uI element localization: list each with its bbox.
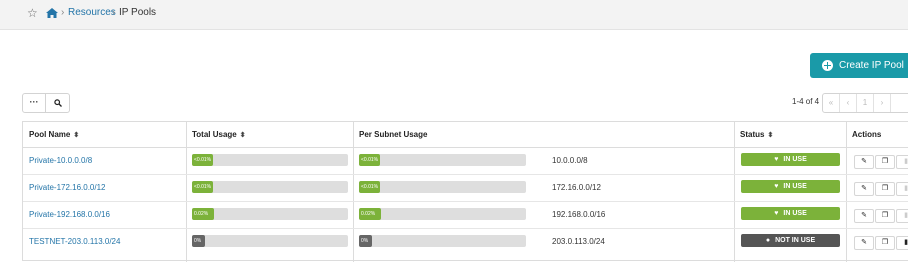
total-usage-value: <0.01%	[192, 154, 213, 166]
search-button[interactable]	[46, 94, 69, 112]
total-usage-value: 0%	[192, 235, 205, 247]
home-icon[interactable]	[46, 8, 58, 18]
column-header-total-usage[interactable]: Total Usage ⬍	[186, 122, 246, 148]
subnet-usage-bar: <0.01%	[359, 154, 526, 166]
delete-button[interactable]: ▮	[896, 155, 908, 169]
table-toolbar: ···	[22, 93, 70, 113]
sort-icon: ⬍	[767, 132, 774, 139]
table-header: Pool Name ⬍ Total Usage ⬍ Per Subnet Usage…	[23, 122, 908, 148]
sort-icon: ⬍	[239, 132, 246, 139]
column-header-pool-name[interactable]: Pool Name ⬍	[23, 122, 79, 148]
edit-button[interactable]: ✎	[854, 209, 874, 223]
first-page-button[interactable]: «	[823, 94, 840, 112]
heart-icon: ♥	[774, 156, 779, 163]
table-row: Private-192.168.0.0/16 0.02% 0.02% 192.1…	[23, 202, 908, 229]
total-usage-bar: 0.02%	[192, 208, 348, 220]
column-header-per-subnet-usage: Per Subnet Usage	[359, 130, 428, 139]
subnet-usage-value: 0.02%	[359, 208, 381, 220]
status-badge: ♥ IN USE	[741, 207, 840, 220]
subnet-cidr: 172.16.0.0/12	[552, 183, 601, 192]
pagination: « ‹ 1 ›	[822, 93, 908, 113]
total-usage-value: 0.02%	[192, 208, 214, 220]
copy-button[interactable]: ❐	[875, 209, 895, 223]
page-title: IP Pools	[119, 7, 157, 18]
status-badge: ♥ IN USE	[741, 180, 840, 193]
subnet-cidr: 192.168.0.0/16	[552, 210, 606, 219]
subnet-usage-bar: 0%	[359, 235, 526, 247]
pool-name-link[interactable]: Private-192.168.0.0/16	[29, 210, 110, 220]
total-usage-bar: <0.01%	[192, 181, 348, 193]
total-usage-bar: 0%	[192, 235, 348, 247]
edit-button[interactable]: ✎	[854, 155, 874, 169]
plus-circle-icon	[822, 60, 833, 71]
next-page-button[interactable]: ›	[874, 94, 891, 112]
breadcrumb-separator: ›	[61, 7, 65, 18]
search-icon	[53, 99, 62, 107]
edit-button[interactable]: ✎	[854, 182, 874, 196]
breadcrumb-resources-link[interactable]: Resources	[68, 7, 116, 19]
subnet-usage-bar: 0.02%	[359, 208, 526, 220]
delete-button[interactable]: ▮	[896, 236, 908, 250]
create-ip-pool-label: Create IP Pool	[839, 60, 904, 71]
subnet-usage-value: 0%	[359, 235, 372, 247]
subnet-usage-value: <0.01%	[359, 181, 380, 193]
table-row: TESTNET-203.0.113.0/24 0% 0% 203.0.113.0…	[23, 229, 908, 256]
copy-button[interactable]: ❐	[875, 155, 895, 169]
status-badge: ♥ IN USE	[741, 153, 840, 166]
total-usage-bar: <0.01%	[192, 154, 348, 166]
breadcrumb-separator: ›	[112, 7, 116, 18]
pagination-range: 1-4 of 4	[792, 97, 820, 106]
subnet-usage-bar: <0.01%	[359, 181, 526, 193]
pool-name-link[interactable]: Private-10.0.0.0/8	[29, 156, 92, 166]
status-badge: ● NOT IN USE	[741, 234, 840, 247]
column-header-status[interactable]: Status ⬍	[734, 122, 773, 148]
table-row: Private-10.0.0.0/8 <0.01% <0.01% 10.0.0.…	[23, 148, 908, 175]
create-ip-pool-button[interactable]: Create IP Pool	[810, 53, 908, 78]
pool-name-link[interactable]: Private-172.16.0.0/12	[29, 183, 106, 193]
total-usage-value: <0.01%	[192, 181, 213, 193]
sort-icon: ⬍	[73, 132, 80, 139]
circle-icon: ●	[765, 237, 771, 244]
copy-button[interactable]: ❐	[875, 236, 895, 250]
previous-page-button[interactable]: ‹	[840, 94, 857, 112]
heart-icon: ♥	[774, 210, 779, 217]
page-number-button[interactable]: 1	[857, 94, 874, 112]
column-header-actions: Actions	[852, 130, 882, 139]
favorite-star-icon[interactable]: ☆	[27, 6, 39, 20]
subnet-usage-value: <0.01%	[359, 154, 380, 166]
edit-button[interactable]: ✎	[854, 236, 874, 250]
delete-button[interactable]: ▮	[896, 182, 908, 196]
copy-button[interactable]: ❐	[875, 182, 895, 196]
ip-pools-table: Pool Name ⬍ Total Usage ⬍ Per Subnet Usage…	[22, 121, 908, 262]
breadcrumb: ☆ › Resources › IP Pools	[0, 0, 908, 30]
delete-button[interactable]: ▮	[896, 209, 908, 223]
subnet-cidr: 203.0.113.0/24	[552, 237, 605, 246]
heart-icon: ♥	[774, 183, 779, 190]
table-row: Private-172.16.0.0/12 <0.01% <0.01% 172.…	[23, 175, 908, 202]
pool-name-link[interactable]: TESTNET-203.0.113.0/24	[29, 237, 120, 247]
more-options-button[interactable]: ···	[23, 94, 46, 112]
subnet-cidr: 10.0.0.0/8	[552, 156, 588, 165]
